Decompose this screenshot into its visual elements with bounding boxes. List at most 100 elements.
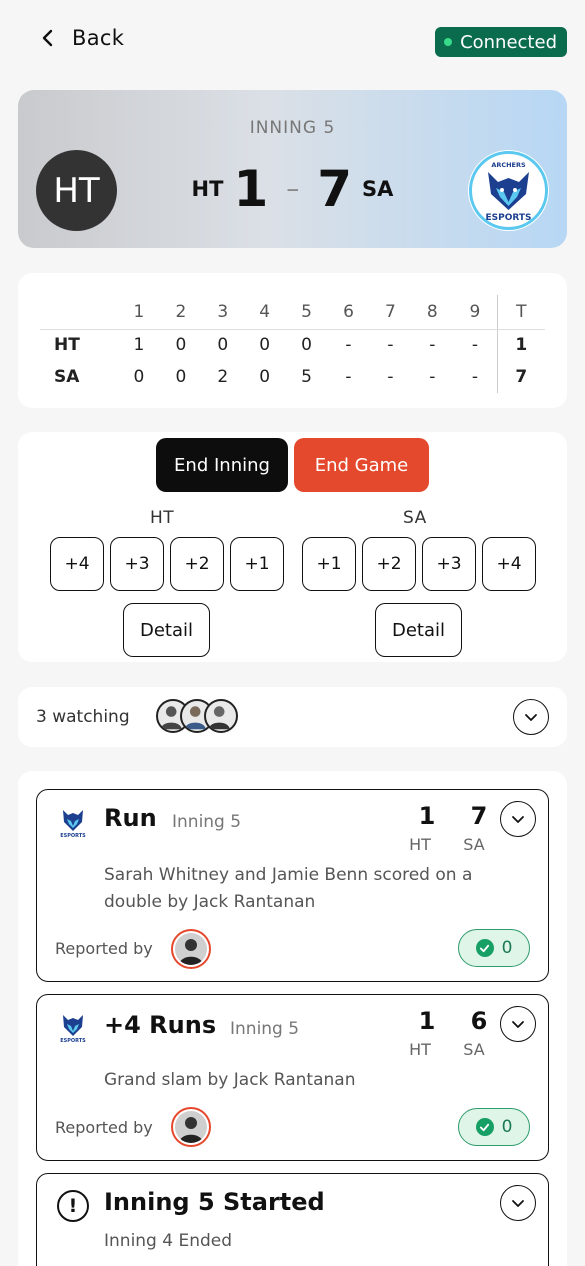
watching-count: 3 watching bbox=[36, 707, 130, 727]
svg-text:ESPORTS: ESPORTS bbox=[60, 833, 86, 838]
home-detail-button[interactable]: Detail bbox=[123, 603, 210, 657]
inning-header: 3 bbox=[201, 295, 244, 330]
event-away-abbr: SA bbox=[463, 835, 485, 854]
away-team-logo-icon: ARCHERS ESPORTS bbox=[468, 150, 549, 231]
home-add-4-button[interactable]: +4 bbox=[50, 537, 104, 591]
event-description: Inning 4 Ended bbox=[104, 1231, 233, 1251]
watcher-avatar bbox=[204, 699, 238, 733]
linescore-total: 7 bbox=[496, 361, 545, 393]
linescore-table: 1 2 3 4 5 6 7 8 9 T HT 1 0 0 0 0 - - - -… bbox=[40, 295, 545, 393]
event-title: Inning 5 Started bbox=[104, 1188, 325, 1216]
team-logo-icon: ESPORTS bbox=[55, 802, 91, 839]
reported-by-label: Reported by bbox=[55, 939, 153, 958]
event-card[interactable]: ! Inning 5 Started Inning 4 Ended bbox=[36, 1173, 549, 1266]
linescore-total: 1 bbox=[496, 329, 545, 361]
away-detail-button[interactable]: Detail bbox=[375, 603, 462, 657]
home-controls-label: HT bbox=[150, 508, 175, 528]
chevron-down-icon bbox=[525, 714, 537, 721]
linescore-cell: - bbox=[471, 335, 478, 356]
event-home-score: 1 bbox=[418, 802, 436, 830]
acknowledge-button[interactable]: 0 bbox=[458, 1108, 530, 1146]
linescore-team: HT bbox=[54, 335, 80, 356]
current-inning-label: INNING 5 bbox=[249, 118, 336, 138]
expand-event-button[interactable] bbox=[500, 1185, 536, 1221]
home-add-1-button[interactable]: +1 bbox=[230, 537, 284, 591]
event-away-score: 6 bbox=[470, 1007, 488, 1035]
linescore-row-home: HT 1 0 0 0 0 - - - - 1 bbox=[40, 329, 545, 361]
acknowledge-count: 0 bbox=[501, 1117, 513, 1137]
event-title: Run bbox=[104, 804, 157, 832]
total-header: T bbox=[496, 295, 545, 330]
event-description: Grand slam by Jack Rantanan bbox=[104, 1070, 356, 1090]
reporter-avatar[interactable] bbox=[171, 929, 211, 969]
reporter-avatar[interactable] bbox=[171, 1107, 211, 1147]
linescore-header-row: 1 2 3 4 5 6 7 8 9 T bbox=[40, 295, 545, 330]
linescore-cell: 5 bbox=[301, 367, 312, 387]
acknowledge-button[interactable]: 0 bbox=[458, 929, 530, 967]
back-label: Back bbox=[72, 26, 125, 50]
event-card[interactable]: ESPORTS Run Inning 5 1 7 HT SA Sarah Whi… bbox=[36, 789, 549, 982]
expand-event-button[interactable] bbox=[500, 1006, 536, 1042]
linescore-cell: 0 bbox=[259, 335, 271, 356]
score-separator: – bbox=[286, 174, 300, 204]
linescore-cell: - bbox=[429, 367, 436, 387]
event-inning: Inning 5 bbox=[230, 1019, 300, 1039]
linescore-team: SA bbox=[54, 367, 80, 387]
linescore-cell: 1 bbox=[133, 335, 145, 356]
watchers-card: 3 watching bbox=[18, 687, 567, 747]
svg-text:ESPORTS: ESPORTS bbox=[485, 213, 531, 223]
home-add-2-button[interactable]: +2 bbox=[170, 537, 224, 591]
event-title: +4 Runs bbox=[104, 1011, 217, 1039]
expand-watchers-button[interactable] bbox=[513, 699, 549, 735]
away-add-3-button[interactable]: +3 bbox=[422, 537, 476, 591]
alert-circle-icon: ! bbox=[57, 1190, 89, 1222]
linescore-cell: - bbox=[387, 367, 394, 387]
linescore-cell: 0 bbox=[217, 335, 229, 356]
away-add-1-button[interactable]: +1 bbox=[302, 537, 356, 591]
inning-header: 4 bbox=[243, 295, 286, 330]
expand-event-button[interactable] bbox=[500, 801, 536, 837]
svg-text:ESPORTS: ESPORTS bbox=[60, 1038, 86, 1043]
away-score: 7 bbox=[317, 160, 353, 218]
end-inning-button[interactable]: End Inning bbox=[156, 438, 288, 492]
back-button[interactable]: Back bbox=[38, 26, 124, 50]
event-home-abbr: HT bbox=[409, 835, 431, 854]
linescore-cell: - bbox=[345, 367, 352, 387]
inning-header: 7 bbox=[369, 295, 412, 330]
linescore-cell: - bbox=[471, 367, 478, 387]
event-description: Sarah Whitney and Jamie Benn scored on a… bbox=[104, 865, 473, 912]
chevron-down-icon bbox=[512, 1200, 524, 1207]
away-add-2-button[interactable]: +2 bbox=[362, 537, 416, 591]
event-home-abbr: HT bbox=[409, 1040, 431, 1059]
event-feed: ESPORTS Run Inning 5 1 7 HT SA Sarah Whi… bbox=[18, 771, 567, 1266]
chevron-left-icon bbox=[42, 29, 53, 47]
linescore-cell: - bbox=[387, 335, 394, 356]
linescore-cell: 2 bbox=[217, 367, 229, 387]
chevron-down-icon bbox=[512, 1021, 524, 1028]
scoring-controls-card: End Inning End Game HT SA +4 +3 +2 +1 +1… bbox=[18, 432, 567, 662]
home-score: 1 bbox=[233, 160, 269, 218]
linescore-cell: 0 bbox=[175, 367, 187, 387]
status-dot-icon bbox=[444, 38, 453, 46]
away-team-abbr: SA bbox=[362, 177, 394, 201]
inning-header: 9 bbox=[453, 295, 498, 330]
inning-header: 8 bbox=[411, 295, 454, 330]
connection-status-label: Connected bbox=[460, 31, 557, 53]
chevron-down-icon bbox=[512, 816, 524, 823]
top-bar: Back Connected bbox=[0, 0, 585, 82]
linescore-cell: 0 bbox=[301, 335, 312, 356]
check-icon bbox=[475, 1118, 494, 1136]
home-add-3-button[interactable]: +3 bbox=[110, 537, 164, 591]
linescore-cell: - bbox=[429, 335, 436, 356]
svg-text:ARCHERS: ARCHERS bbox=[491, 161, 526, 169]
linescore-row-away: SA 0 0 2 0 5 - - - - 7 bbox=[40, 361, 545, 393]
linescore-cell: - bbox=[345, 335, 352, 356]
away-add-4-button[interactable]: +4 bbox=[482, 537, 536, 591]
end-game-button[interactable]: End Game bbox=[294, 438, 429, 492]
linescore-cell: 0 bbox=[259, 367, 271, 387]
linescore-cell: 0 bbox=[175, 335, 187, 356]
inning-header: 5 bbox=[285, 295, 328, 330]
event-card[interactable]: ESPORTS +4 Runs Inning 5 1 6 HT SA Grand… bbox=[36, 994, 549, 1161]
home-team-abbr: HT bbox=[191, 177, 224, 201]
inning-header: 1 bbox=[118, 295, 160, 330]
